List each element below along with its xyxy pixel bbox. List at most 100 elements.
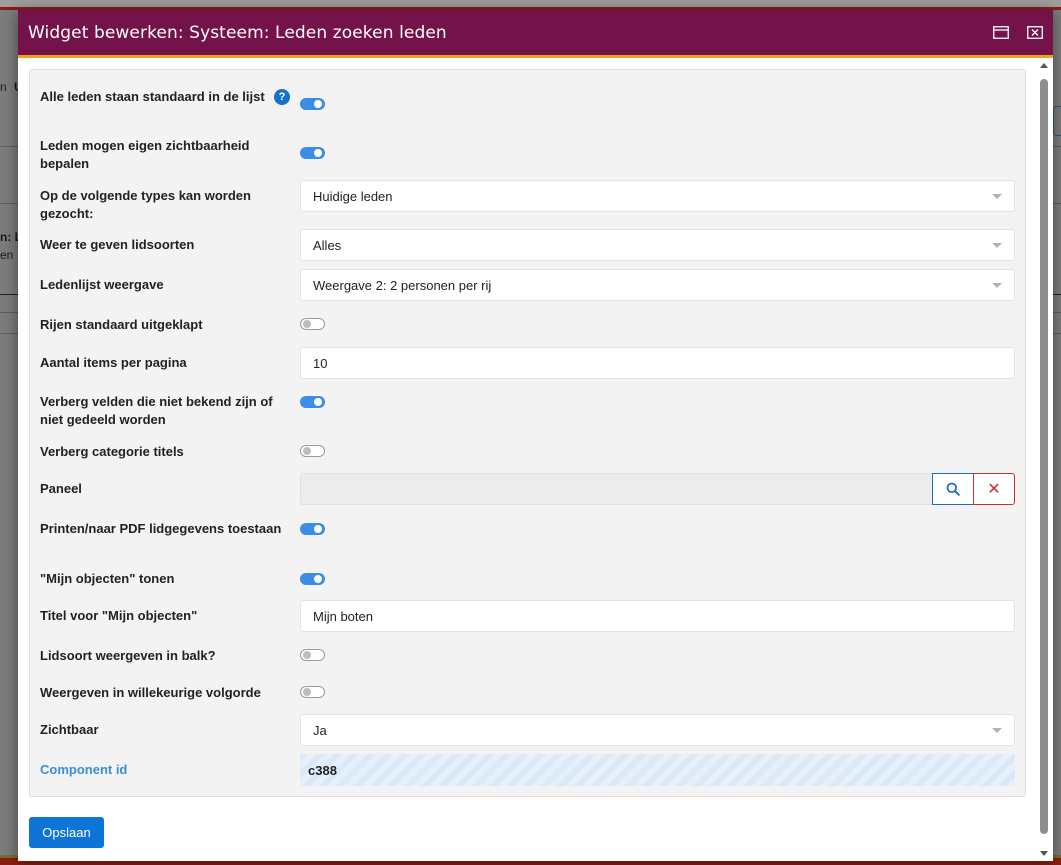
rows-expanded-toggle[interactable] xyxy=(300,318,325,330)
dialog-body: Alle leden staan standaard in de lijst ?… xyxy=(18,58,1053,861)
field-label: Verberg velden die niet bekend zijn of n… xyxy=(40,394,273,427)
form-row-own-visibility: Leden mogen eigen zichtbaarheid bepalen xyxy=(40,137,1015,173)
field-label: Leden mogen eigen zichtbaarheid bepalen xyxy=(40,138,250,171)
chevron-down-icon xyxy=(992,243,1002,248)
scroll-down-arrow-icon[interactable] xyxy=(1040,851,1048,856)
toggle-wrapper xyxy=(300,573,1015,585)
form-row-panel: Paneel ✕ xyxy=(40,473,1015,505)
field-label: Zichtbaar xyxy=(40,722,99,737)
toggle-wrapper xyxy=(300,649,1015,661)
save-button[interactable]: Opslaan xyxy=(29,817,104,848)
field-label: Alle leden staan standaard in de lijst ? xyxy=(40,88,290,106)
dialog-header-icons xyxy=(993,26,1043,40)
scrollbar-thumb[interactable] xyxy=(1040,79,1048,834)
select-wrapper: Ja xyxy=(300,714,1015,746)
toggle-knob xyxy=(303,651,311,659)
member-type-in-bar-toggle[interactable] xyxy=(300,649,325,661)
component-id-wrapper: c388 xyxy=(300,754,1015,786)
toggle-knob xyxy=(303,320,311,328)
select-wrapper: Weergave 2: 2 personen per rij xyxy=(300,269,1015,301)
toggle-wrapper xyxy=(300,523,1015,535)
window-close-icon[interactable] xyxy=(1027,26,1043,40)
all-members-default-toggle[interactable] xyxy=(300,98,325,110)
chevron-down-icon xyxy=(992,728,1002,733)
toggle-wrapper xyxy=(300,318,1015,330)
form-row-component-id: Component id c388 xyxy=(40,754,1015,786)
form-row-member-type-in-bar: Lidsoort weergeven in balk? xyxy=(40,647,1015,665)
dialog-title: Widget bewerken: Systeem: Leden zoeken l… xyxy=(28,22,447,43)
select-value: Ja xyxy=(313,722,327,738)
input-wrapper: Mijn boten xyxy=(300,600,1015,632)
field-label: Lidsoort weergeven in balk? xyxy=(40,648,216,663)
background-button xyxy=(1053,106,1061,136)
list-view-select[interactable]: Weergave 2: 2 personen per rij xyxy=(300,269,1015,301)
form-row-hide-category-titles: Verberg categorie titels xyxy=(40,443,1015,461)
own-visibility-toggle[interactable] xyxy=(300,147,325,159)
form-row-items-per-page: Aantal items per pagina 10 xyxy=(40,347,1015,379)
show-my-objects-toggle[interactable] xyxy=(300,573,325,585)
field-label: "Mijn objecten" tonen xyxy=(40,571,175,586)
select-wrapper: Huidige leden xyxy=(300,180,1015,212)
form-row-my-objects-title: Titel voor "Mijn objecten" Mijn boten xyxy=(40,600,1015,632)
toggle-knob xyxy=(314,149,322,157)
field-label: Rijen standaard uitgeklapt xyxy=(40,317,203,332)
field-label: Printen/naar PDF lidgegevens toestaan xyxy=(40,521,282,536)
field-label: Ledenlijst weergave xyxy=(40,277,164,292)
edit-widget-dialog: Widget bewerken: Systeem: Leden zoeken l… xyxy=(18,10,1053,861)
toggle-knob xyxy=(314,575,322,583)
hide-unknown-fields-toggle[interactable] xyxy=(300,396,325,408)
print-pdf-toggle[interactable] xyxy=(300,523,325,535)
member-types-select[interactable]: Alles xyxy=(300,229,1015,261)
form-row-random-order: Weergeven in willekeurige volgorde xyxy=(40,684,1015,702)
toggle-knob xyxy=(314,398,322,406)
form-row-all-members-default: Alle leden staan standaard in de lijst ? xyxy=(40,88,1015,110)
random-order-toggle[interactable] xyxy=(300,686,325,698)
select-value: Weergave 2: 2 personen per rij xyxy=(313,277,492,293)
toggle-knob xyxy=(314,100,322,108)
scroll-up-arrow-icon[interactable] xyxy=(1040,63,1048,68)
component-id-value: c388 xyxy=(300,754,1015,786)
select-value: Alles xyxy=(313,237,342,253)
my-objects-title-input[interactable]: Mijn boten xyxy=(300,600,1015,632)
form-row-show-my-objects: "Mijn objecten" tonen xyxy=(40,570,1015,588)
toggle-wrapper xyxy=(300,686,1015,698)
field-label: Weer te geven lidsoorten xyxy=(40,237,195,252)
form-row-visible: Zichtbaar Ja xyxy=(40,714,1015,746)
form-row-print-pdf: Printen/naar PDF lidgegevens toestaan xyxy=(40,520,1015,538)
toggle-knob xyxy=(314,525,322,533)
visible-select[interactable]: Ja xyxy=(300,714,1015,746)
form-row-search-types: Op de volgende types kan worden gezocht:… xyxy=(40,180,1015,223)
hide-category-titles-toggle[interactable] xyxy=(300,445,325,457)
toggle-knob xyxy=(303,688,311,696)
panel-clear-button[interactable]: ✕ xyxy=(973,473,1015,505)
search-types-select[interactable]: Huidige leden xyxy=(300,180,1015,212)
field-label: Component id xyxy=(40,762,128,777)
panel-search-button[interactable] xyxy=(932,473,974,505)
toggle-wrapper xyxy=(300,98,1015,110)
toggle-wrapper xyxy=(300,396,1015,408)
toggle-knob xyxy=(303,447,311,455)
form-row-list-view: Ledenlijst weergave Weergave 2: 2 person… xyxy=(40,269,1015,301)
toggle-wrapper xyxy=(300,445,1015,457)
items-per-page-input[interactable]: 10 xyxy=(300,347,1015,379)
field-label: Titel voor "Mijn objecten" xyxy=(40,608,198,623)
toggle-wrapper xyxy=(300,147,1015,159)
field-label: Aantal items per pagina xyxy=(40,355,187,370)
form-row-rows-expanded: Rijen standaard uitgeklapt xyxy=(40,316,1015,334)
form-row-hide-unknown-fields: Verberg velden die niet bekend zijn of n… xyxy=(40,393,1015,429)
field-label: Weergeven in willekeurige volgorde xyxy=(40,685,261,700)
select-value: Huidige leden xyxy=(313,188,393,204)
field-label: Verberg categorie titels xyxy=(40,444,184,459)
panel-input[interactable] xyxy=(300,473,933,505)
form-row-member-types: Weer te geven lidsoorten Alles xyxy=(40,229,1015,261)
search-icon xyxy=(946,482,960,496)
panel-picker: ✕ xyxy=(300,473,1015,505)
help-icon[interactable]: ? xyxy=(274,89,290,105)
field-label: Paneel xyxy=(40,481,82,496)
dialog-scrollbar[interactable] xyxy=(1039,63,1050,856)
widget-settings-form: Alle leden staan standaard in de lijst ?… xyxy=(29,69,1026,797)
field-label: Op de volgende types kan worden gezocht: xyxy=(40,188,251,221)
window-maximize-icon[interactable] xyxy=(993,26,1009,40)
input-wrapper: 10 xyxy=(300,347,1015,379)
background-topbar xyxy=(0,0,1061,10)
